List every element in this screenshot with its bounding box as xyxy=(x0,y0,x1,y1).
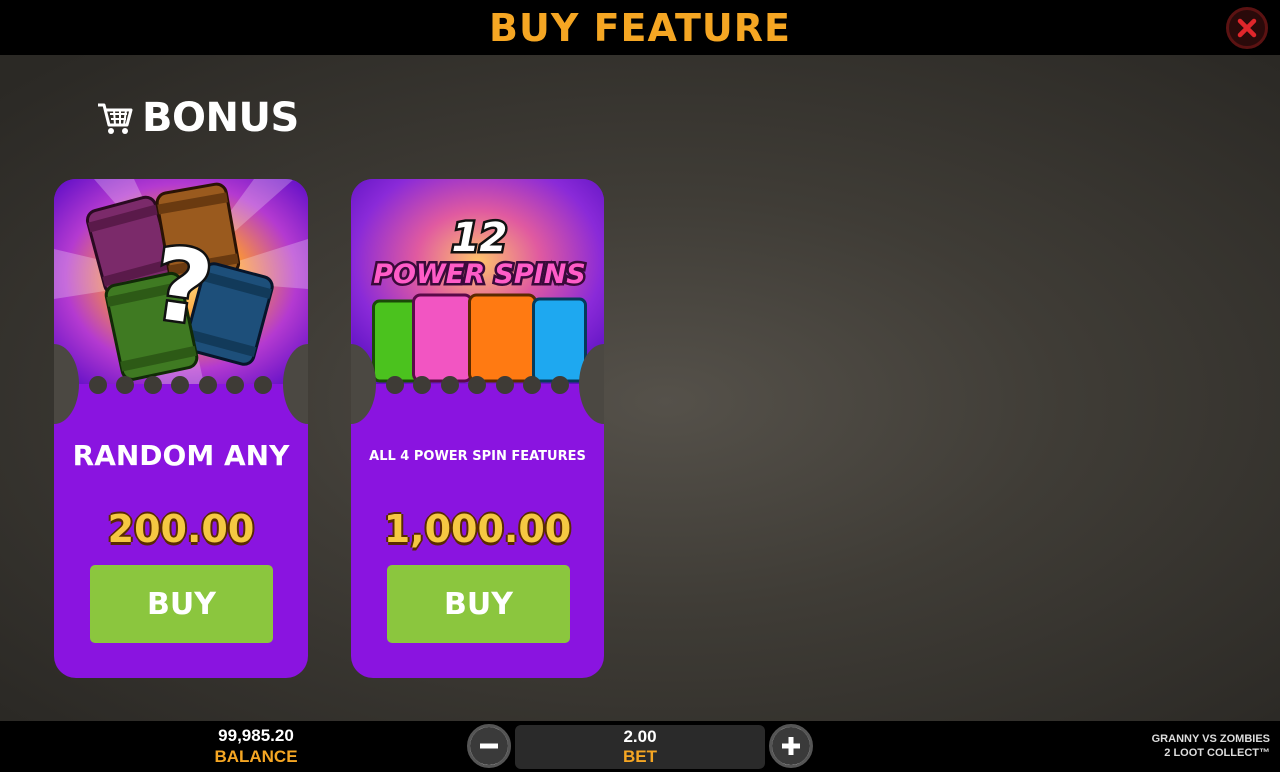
art-title: POWER SPINS xyxy=(373,259,585,290)
feature-price: 200.00 xyxy=(107,507,255,551)
balance-value: 99,985.20 xyxy=(218,726,294,745)
ticket-perforation xyxy=(385,376,571,394)
buy-button[interactable]: BUY xyxy=(387,565,570,643)
section-header: BONUS xyxy=(96,95,299,141)
mystery-barrels-art: ? xyxy=(54,179,308,384)
increase-bet-button[interactable] xyxy=(769,724,813,768)
game-name-line2: 2 LOOT COLLECT™ xyxy=(1164,747,1270,759)
power-spins-art: 12 POWER SPINS xyxy=(351,179,604,384)
top-bar: BUY FEATURE xyxy=(0,0,1280,55)
decrease-bet-button[interactable] xyxy=(467,724,511,768)
bet-label: BET xyxy=(623,747,657,766)
ticket-perforation xyxy=(88,376,274,394)
game-name-line1: GRANNY VS ZOMBIES xyxy=(1151,733,1270,745)
bet-display: 2.00 BET xyxy=(515,725,765,769)
section-label: BONUS xyxy=(142,95,299,141)
feature-name: RANDOM ANY xyxy=(72,439,290,472)
game-name: GRANNY VS ZOMBIES 2 LOOT COLLECT™ xyxy=(1152,732,1270,760)
bottom-bar: 99,985.20 BALANCE 2.00 BET GRANNY VS ZOM… xyxy=(0,721,1280,772)
buy-button[interactable]: BUY xyxy=(90,565,273,643)
minus-icon xyxy=(480,743,498,749)
balance-display: 99,985.20 BALANCE xyxy=(196,726,316,767)
art-count: 12 xyxy=(452,215,508,261)
balance-label: BALANCE xyxy=(214,747,298,766)
feature-card-random-any[interactable]: ? RANDOM ANY 200.00 BUY xyxy=(54,179,308,678)
close-button[interactable] xyxy=(1226,7,1268,49)
cart-icon xyxy=(98,103,133,134)
close-icon xyxy=(1237,18,1257,38)
feature-price: 1,000.00 xyxy=(383,507,572,551)
page-title: BUY FEATURE xyxy=(489,6,791,50)
feature-name: ALL 4 POWER SPIN FEATURES xyxy=(369,449,586,464)
plus-icon xyxy=(782,737,800,755)
bet-value: 2.00 xyxy=(623,727,657,746)
feature-card-power-spins[interactable]: 12 POWER SPINS ALL 4 POWER SPIN FEATURES… xyxy=(351,179,604,678)
